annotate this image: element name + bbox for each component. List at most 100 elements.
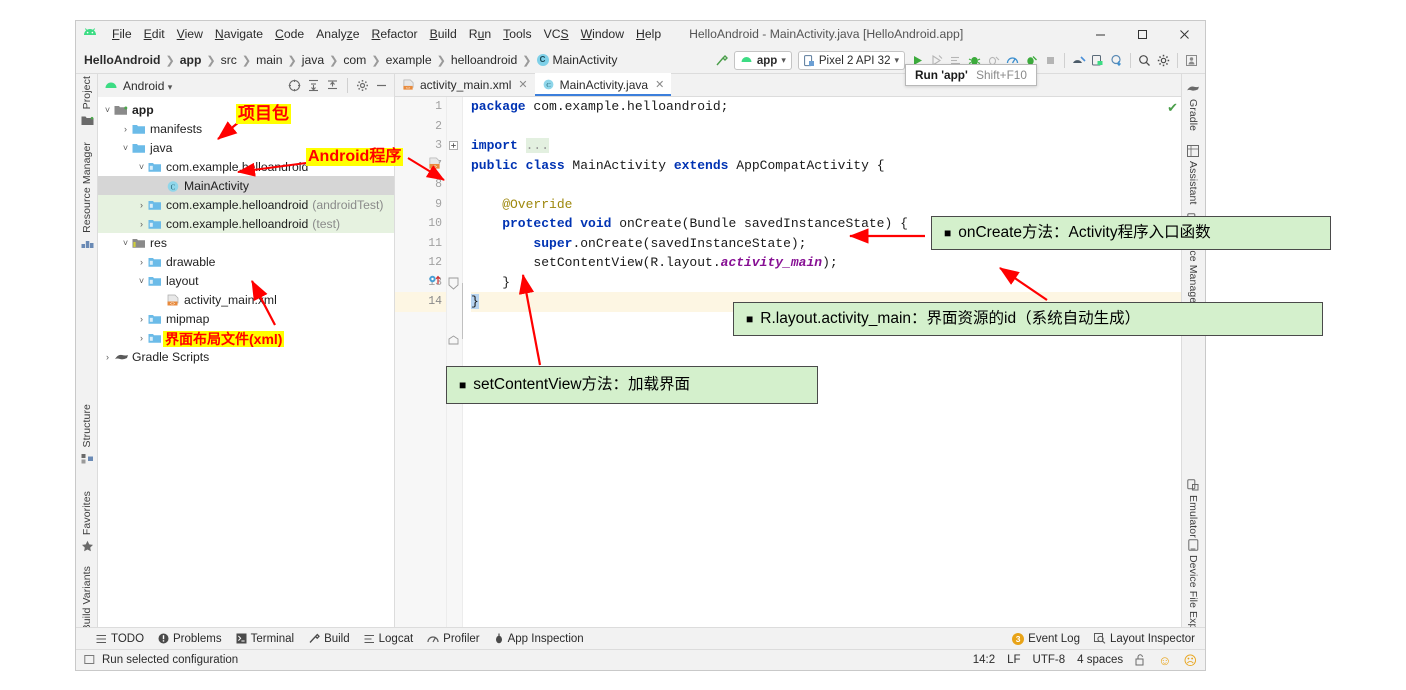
menu-item-vcs[interactable]: VCS <box>538 25 575 43</box>
device-selector[interactable]: Pixel 2 API 32 ▾ <box>797 51 905 70</box>
apply-code-changes-icon[interactable] <box>946 51 965 70</box>
sidebar-item-emulator[interactable]: Emulator <box>1182 474 1204 538</box>
settings-gear-icon[interactable] <box>1154 51 1173 70</box>
sidebar-item-assistant[interactable]: Assistant <box>1182 140 1204 205</box>
chevron-down-icon[interactable]: ˅ <box>120 143 131 153</box>
tree-node-mipmap[interactable]: › mipmap <box>98 309 394 328</box>
breadcrumb-item-src[interactable]: src <box>221 53 237 67</box>
sidebar-item-device-manager[interactable]: Device Manager <box>1182 208 1204 307</box>
menu-item-window[interactable]: Window <box>575 25 630 43</box>
maximize-button[interactable] <box>1121 21 1163 47</box>
breadcrumb-item-java[interactable]: java <box>302 53 324 67</box>
collapse-all-icon[interactable] <box>324 77 341 94</box>
happy-face-icon[interactable]: ☺ <box>1158 654 1171 667</box>
minimize-button[interactable] <box>1079 21 1121 47</box>
breadcrumb-item-example[interactable]: example <box>386 53 432 67</box>
chevron-right-icon[interactable]: › <box>136 219 147 229</box>
sync-gradle-icon[interactable] <box>1107 51 1126 70</box>
bottom-item-logcat[interactable]: Logcat <box>364 633 413 645</box>
menu-item-code[interactable]: Code <box>269 25 310 43</box>
tree-node-java[interactable]: ˅ java <box>98 138 394 157</box>
sidebar-item-favorites[interactable]: Favorites <box>76 491 98 556</box>
menu-item-navigate[interactable]: Navigate <box>209 25 269 43</box>
breadcrumb-item-helloandroid[interactable]: HelloAndroid <box>84 53 161 67</box>
sidebar-item-project[interactable]: Project <box>76 76 98 130</box>
chevron-right-icon[interactable]: › <box>102 352 113 362</box>
tree-node-activity-main-xml[interactable]: <> activity_main.xml <box>98 290 394 309</box>
close-icon[interactable]: ✕ <box>655 78 664 91</box>
search-icon[interactable] <box>1135 51 1154 70</box>
tree-node-manifests[interactable]: › manifests <box>98 119 394 138</box>
bottom-item-event-log[interactable]: 3 Event Log <box>1012 632 1080 645</box>
menu-item-file[interactable]: File <box>106 25 138 43</box>
chevron-down-icon[interactable]: ˅ <box>102 105 113 115</box>
close-button[interactable] <box>1163 21 1205 47</box>
bottom-item-todo[interactable]: TODO <box>96 633 144 645</box>
tree-node-res[interactable]: ˅ res <box>98 233 394 252</box>
breadcrumb-item-mainactivity[interactable]: MainActivity <box>553 53 618 67</box>
bottom-item-problems[interactable]: Problems <box>158 633 222 645</box>
tree-node-package-test[interactable]: › com.example.helloandroid (test) <box>98 214 394 233</box>
sidebar-item-structure[interactable]: Structure <box>76 404 98 469</box>
project-panel-title[interactable]: Android ▾ <box>123 79 172 93</box>
breadcrumb-item-app[interactable]: app <box>180 53 202 67</box>
fold-expand-icon[interactable] <box>449 141 458 150</box>
menu-item-refactor[interactable]: Refactor <box>366 25 424 43</box>
sidebar-item-resource-manager[interactable]: Resource Manager <box>76 142 98 254</box>
chevron-right-icon[interactable]: › <box>136 333 147 343</box>
chevron-right-icon[interactable]: › <box>136 200 147 210</box>
tree-node-gradle-scripts[interactable]: › Gradle Scripts <box>98 347 394 366</box>
menu-item-edit[interactable]: Edit <box>138 25 171 43</box>
line-separator[interactable]: LF <box>1007 654 1020 666</box>
indent-setting[interactable]: 4 spaces <box>1077 654 1123 666</box>
status-run-config[interactable]: Run selected configuration <box>84 654 238 666</box>
hammer-icon[interactable] <box>712 51 731 70</box>
chevron-down-icon[interactable]: ˅ <box>136 276 147 286</box>
expand-all-icon[interactable] <box>305 77 322 94</box>
code-editor[interactable]: 1 2 3 7 8 9 10 11 12 13 14 <> <box>395 97 1181 627</box>
chevron-right-icon[interactable]: › <box>136 314 147 324</box>
bottom-item-app-inspection[interactable]: App Inspection <box>494 633 584 645</box>
close-icon[interactable]: ✕ <box>518 78 527 91</box>
editor-fold-strip[interactable] <box>447 97 463 627</box>
unlocked-icon[interactable] <box>1135 654 1146 666</box>
editor-gutter[interactable]: 1 2 3 7 8 9 10 11 12 13 14 <> <box>395 97 447 627</box>
file-encoding[interactable]: UTF-8 <box>1033 654 1066 666</box>
code-text[interactable]: package com.example.helloandroid; import… <box>463 97 1181 627</box>
chevron-down-icon[interactable]: ˅ <box>136 162 147 172</box>
editor-tab-activity-main-xml[interactable]: <> activity_main.xml ✕ <box>395 73 535 96</box>
tree-node-package-main[interactable]: ˅ com.example.helloandroid <box>98 157 394 176</box>
debug-button[interactable] <box>965 51 984 70</box>
settings-gear-icon[interactable] <box>354 77 371 94</box>
run-with-coverage-icon[interactable] <box>1022 51 1041 70</box>
tree-node-layout[interactable]: ˅ layout <box>98 271 394 290</box>
run-button[interactable] <box>908 51 927 70</box>
editor-tab-mainactivity-java[interactable]: C MainActivity.java ✕ <box>534 73 672 96</box>
select-opened-file-icon[interactable] <box>286 77 303 94</box>
bottom-item-profiler[interactable]: Profiler <box>427 633 480 645</box>
bottom-item-terminal[interactable]: Terminal <box>236 633 294 645</box>
menu-item-tools[interactable]: Tools <box>497 25 537 43</box>
apply-changes-icon[interactable] <box>927 51 946 70</box>
inspection-status-icon[interactable]: ✔ <box>1167 100 1178 116</box>
breadcrumb-item-main[interactable]: main <box>256 53 282 67</box>
chevron-down-icon[interactable]: ˅ <box>120 238 131 248</box>
tree-node-drawable[interactable]: › drawable <box>98 252 394 271</box>
menu-item-build[interactable]: Build <box>424 25 463 43</box>
tree-node-package-androidtest[interactable]: › com.example.helloandroid (androidTest) <box>98 195 394 214</box>
sidebar-item-gradle[interactable]: Gradle <box>1182 78 1204 131</box>
bottom-item-build[interactable]: Build <box>308 633 350 645</box>
chevron-right-icon[interactable]: › <box>136 257 147 267</box>
menu-item-help[interactable]: Help <box>630 25 667 43</box>
avd-manager-icon[interactable] <box>1088 51 1107 70</box>
tree-node-mainactivity[interactable]: C MainActivity <box>98 176 394 195</box>
hide-panel-icon[interactable] <box>373 77 390 94</box>
account-icon[interactable] <box>1182 51 1201 70</box>
menu-item-run[interactable]: Run <box>463 25 497 43</box>
override-method-gutter-icon[interactable] <box>428 274 442 288</box>
module-selector[interactable]: app ▾ <box>733 51 792 70</box>
fold-end-icon[interactable] <box>448 335 459 346</box>
tree-node-values[interactable]: › values <box>98 328 394 347</box>
attach-debugger-icon[interactable] <box>984 51 1003 70</box>
caret-position[interactable]: 14:2 <box>973 654 995 666</box>
